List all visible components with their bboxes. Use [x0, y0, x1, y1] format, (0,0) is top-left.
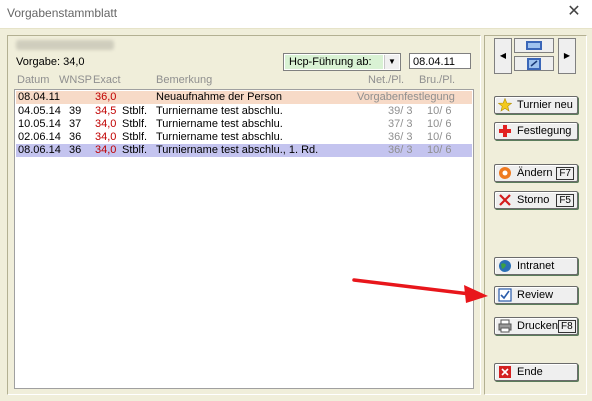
col-net: Net./Pl. [368, 74, 405, 86]
cell-wnsp: 36 [69, 131, 82, 143]
aendern-button[interactable]: Ändern F7 [494, 164, 578, 182]
cell-net: 36/ 3 [388, 131, 413, 143]
right-panel [484, 35, 587, 395]
title-bar: Vorgabenstammblatt ✕ [0, 0, 592, 28]
hcp-select[interactable]: Hcp-Führung ab: ▼ [283, 53, 401, 71]
storno-label: Storno [517, 194, 550, 206]
cell-bemerkung: Turniername test abschlu. [156, 118, 283, 130]
col-bemerkung: Bemerkung [156, 74, 213, 86]
list-row[interactable]: 08.04.11 36,0 Neuaufnahme der Person Vor… [16, 91, 472, 104]
x-icon [498, 193, 512, 207]
cell-net: 37/ 3 [388, 118, 413, 130]
cell-wnsp: 39 [69, 105, 82, 117]
cell-typ: Stblf. [122, 144, 148, 156]
cell-datum: 04.05.14 [18, 105, 61, 117]
col-exact: Exact [93, 74, 121, 86]
drucken-button[interactable]: Drucken F8 [494, 317, 578, 335]
cell-net: Vorgabenfestlegung [357, 91, 455, 103]
cell-bru: 10/ 6 [427, 144, 452, 156]
cell-bemerkung: Turniername test abschlu., 1. Rd. [156, 144, 319, 156]
cell-exact: 34,0 [95, 144, 117, 156]
cell-datum: 02.06.14 [18, 131, 61, 143]
person-name-blurred [16, 40, 114, 50]
turnier-neu-label: Turnier neu [517, 99, 573, 111]
date-input[interactable]: 08.04.11 [409, 53, 471, 69]
cell-datum: 10.05.14 [18, 118, 61, 130]
ende-button[interactable]: Ende [494, 363, 578, 381]
annotation-arrow [352, 278, 488, 303]
festlegung-label: Festlegung [517, 125, 572, 137]
drucken-shortcut: F8 [557, 319, 576, 333]
storno-button[interactable]: Storno F5 [494, 191, 578, 209]
nav-down-icon[interactable] [514, 56, 554, 71]
dialog-body: Vorgabe: 34,0 Hcp-Führung ab: ▼ 08.04.11… [0, 28, 592, 401]
cell-datum: 08.04.11 [18, 91, 61, 103]
globe-icon [498, 259, 512, 273]
printer-icon [498, 319, 512, 333]
col-wnsp: WNSP [59, 74, 92, 86]
list-row[interactable]: 02.06.14 36 34,0 Stblf. Turniername test… [16, 131, 472, 144]
cell-bemerkung: Neuaufnahme der Person [156, 91, 282, 103]
nav-up-icon[interactable] [514, 38, 554, 53]
cell-net: 39/ 3 [388, 105, 413, 117]
intranet-button[interactable]: Intranet [494, 257, 578, 275]
cell-bru: 10/ 6 [427, 131, 452, 143]
cell-net: 36/ 3 [388, 144, 413, 156]
turnier-neu-button[interactable]: Turnier neu [494, 96, 578, 114]
cell-bru: 10/ 6 [427, 105, 452, 117]
plus-icon [498, 124, 512, 138]
results-list[interactable]: 08.04.11 36,0 Neuaufnahme der Person Vor… [14, 89, 474, 389]
col-bru: Bru./Pl. [419, 74, 456, 86]
review-icon [498, 288, 512, 302]
nav-left-icon[interactable]: ◀ [494, 38, 512, 74]
cell-wnsp: 37 [69, 118, 82, 130]
list-row[interactable]: 10.05.14 37 34,0 Stblf. Turniername test… [16, 118, 472, 131]
hcp-select-value: Hcp-Führung ab: [285, 55, 383, 69]
cell-bemerkung: Turniername test abschlu. [156, 131, 283, 143]
drucken-label: Drucken [517, 320, 558, 332]
cell-exact: 36,0 [95, 91, 117, 103]
aendern-shortcut: F7 [556, 166, 574, 180]
vorgabe-label: Vorgabe: 34,0 [16, 56, 85, 68]
cell-bemerkung: Turniername test abschlu. [156, 105, 283, 117]
close-icon[interactable]: ✕ [565, 3, 583, 21]
cell-exact: 34,0 [95, 131, 117, 143]
ring-icon [498, 166, 512, 180]
storno-shortcut: F5 [556, 193, 574, 207]
chevron-down-icon[interactable]: ▼ [384, 55, 399, 69]
cell-exact: 34,5 [95, 105, 117, 117]
cell-wnsp: 36 [69, 144, 82, 156]
cell-typ: Stblf. [122, 105, 148, 117]
cell-bru: 10/ 6 [427, 118, 452, 130]
cell-datum: 08.06.14 [18, 144, 61, 156]
star-icon [498, 98, 512, 112]
review-button[interactable]: Review [494, 286, 578, 304]
list-row[interactable]: 08.06.14 36 34,0 Stblf. Turniername test… [16, 144, 472, 157]
record-navigator: ◀ ▶ [494, 38, 576, 74]
review-label: Review [517, 289, 554, 301]
list-row[interactable]: 04.05.14 39 34,5 Stblf. Turniername test… [16, 105, 472, 118]
intranet-label: Intranet [517, 260, 555, 272]
cell-typ: Stblf. [122, 118, 148, 130]
cell-typ: Stblf. [122, 131, 148, 143]
ende-label: Ende [517, 366, 543, 378]
festlegung-button[interactable]: Festlegung [494, 122, 578, 140]
aendern-label: Ändern [517, 167, 553, 179]
col-datum: Datum [17, 74, 50, 86]
window-title: Vorgabenstammblatt [7, 6, 118, 20]
exit-icon [498, 365, 512, 379]
nav-right-icon[interactable]: ▶ [558, 38, 576, 74]
cell-exact: 34,0 [95, 118, 117, 130]
